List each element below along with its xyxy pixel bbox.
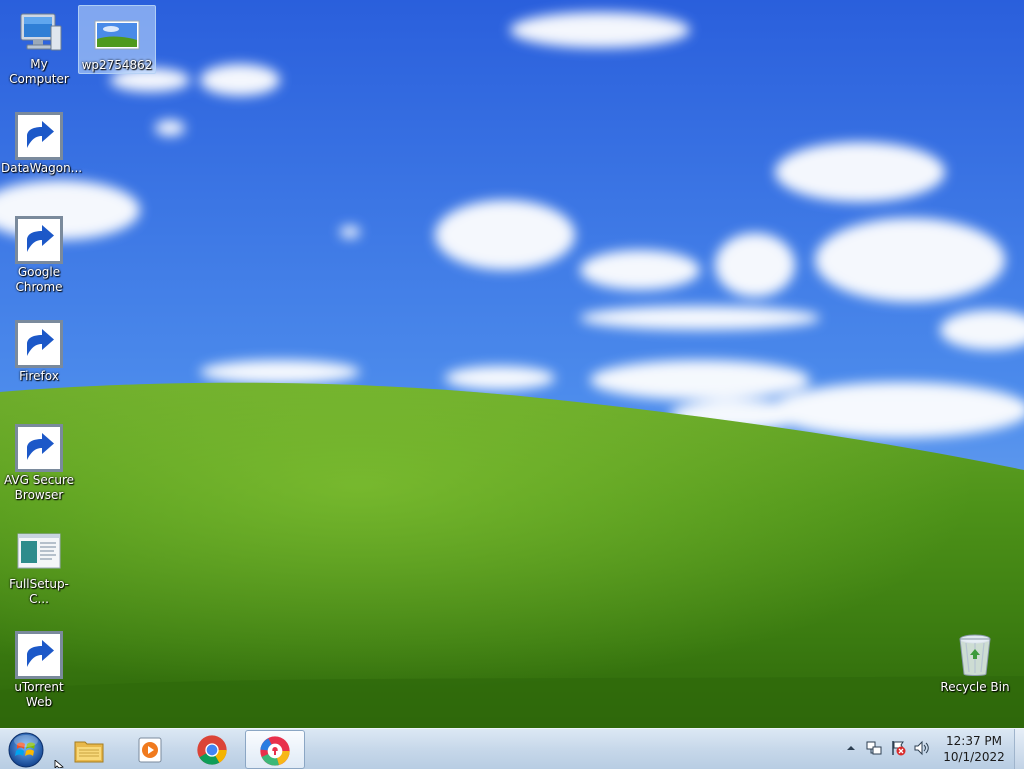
desktop-icon-label: Recycle Bin [940,680,1010,694]
setup-file-icon [17,533,61,569]
mouse-cursor-icon [54,760,64,768]
clock-date: 10/1/2022 [943,750,1005,764]
avg-browser-icon [260,736,290,766]
shortcut-arrow-icon [15,112,63,160]
desktop-icon-label: wp2754862 [81,58,153,72]
volume-icon[interactable] [913,739,931,757]
desktop-icon-recycle-bin[interactable]: Recycle Bin [937,631,1013,695]
desktop-icon-label: AVG Secure Browser [3,473,75,502]
desktop-wallpaper [0,0,1024,728]
start-button[interactable] [5,730,47,768]
desktop-icon-firefox[interactable]: Firefox [1,320,77,384]
desktop-icon-label: uTorrent Web [14,680,64,709]
desktop-icon-my-computer[interactable]: My Computer [1,8,77,87]
show-desktop-button[interactable] [1014,729,1024,769]
clock-time: 12:37 PM [946,734,1002,748]
desktop-icon-fullsetup[interactable]: FullSetup-C... [1,528,77,607]
shortcut-arrow-icon [15,631,63,679]
image-file-icon [94,20,140,50]
media-player-icon [138,737,162,763]
action-center-icon[interactable] [889,739,907,757]
taskbar-google-chrome[interactable] [183,730,241,767]
desktop-icon-label: FullSetup-C... [9,577,69,606]
shortcut-arrow-icon [15,424,63,472]
desktop-icon-datawagon[interactable]: DataWagon... [1,112,83,176]
taskbar-avg-secure-browser[interactable] [245,730,305,769]
taskbar-media-player[interactable] [121,730,179,767]
desktop-icon-label: My Computer [9,57,69,86]
desktop-icon-label: DataWagon... [1,161,83,175]
taskbar: 12:37 PM 10/1/2022 [0,728,1024,769]
desktop-icon-avg-secure-browser[interactable]: AVG Secure Browser [1,424,77,503]
show-hidden-icons-button[interactable] [842,739,860,757]
desktop-icon-label: Google Chrome [15,265,63,294]
recycle-bin-icon [959,634,991,676]
computer-icon [20,13,62,51]
desktop-icon-utorrent-web[interactable]: uTorrent Web [1,631,77,710]
shortcut-arrow-icon [15,320,63,368]
taskbar-file-explorer[interactable] [60,730,118,767]
desktop-icon-label: Firefox [19,369,59,383]
taskbar-clock[interactable]: 12:37 PM 10/1/2022 [938,733,1010,765]
desktop-icon-wp2754862[interactable]: wp2754862 [78,5,156,74]
network-icon[interactable] [865,739,883,757]
shortcut-arrow-icon [15,216,63,264]
file-explorer-icon [74,741,104,763]
chrome-icon [197,735,227,765]
desktop-icon-google-chrome[interactable]: Google Chrome [1,216,77,295]
